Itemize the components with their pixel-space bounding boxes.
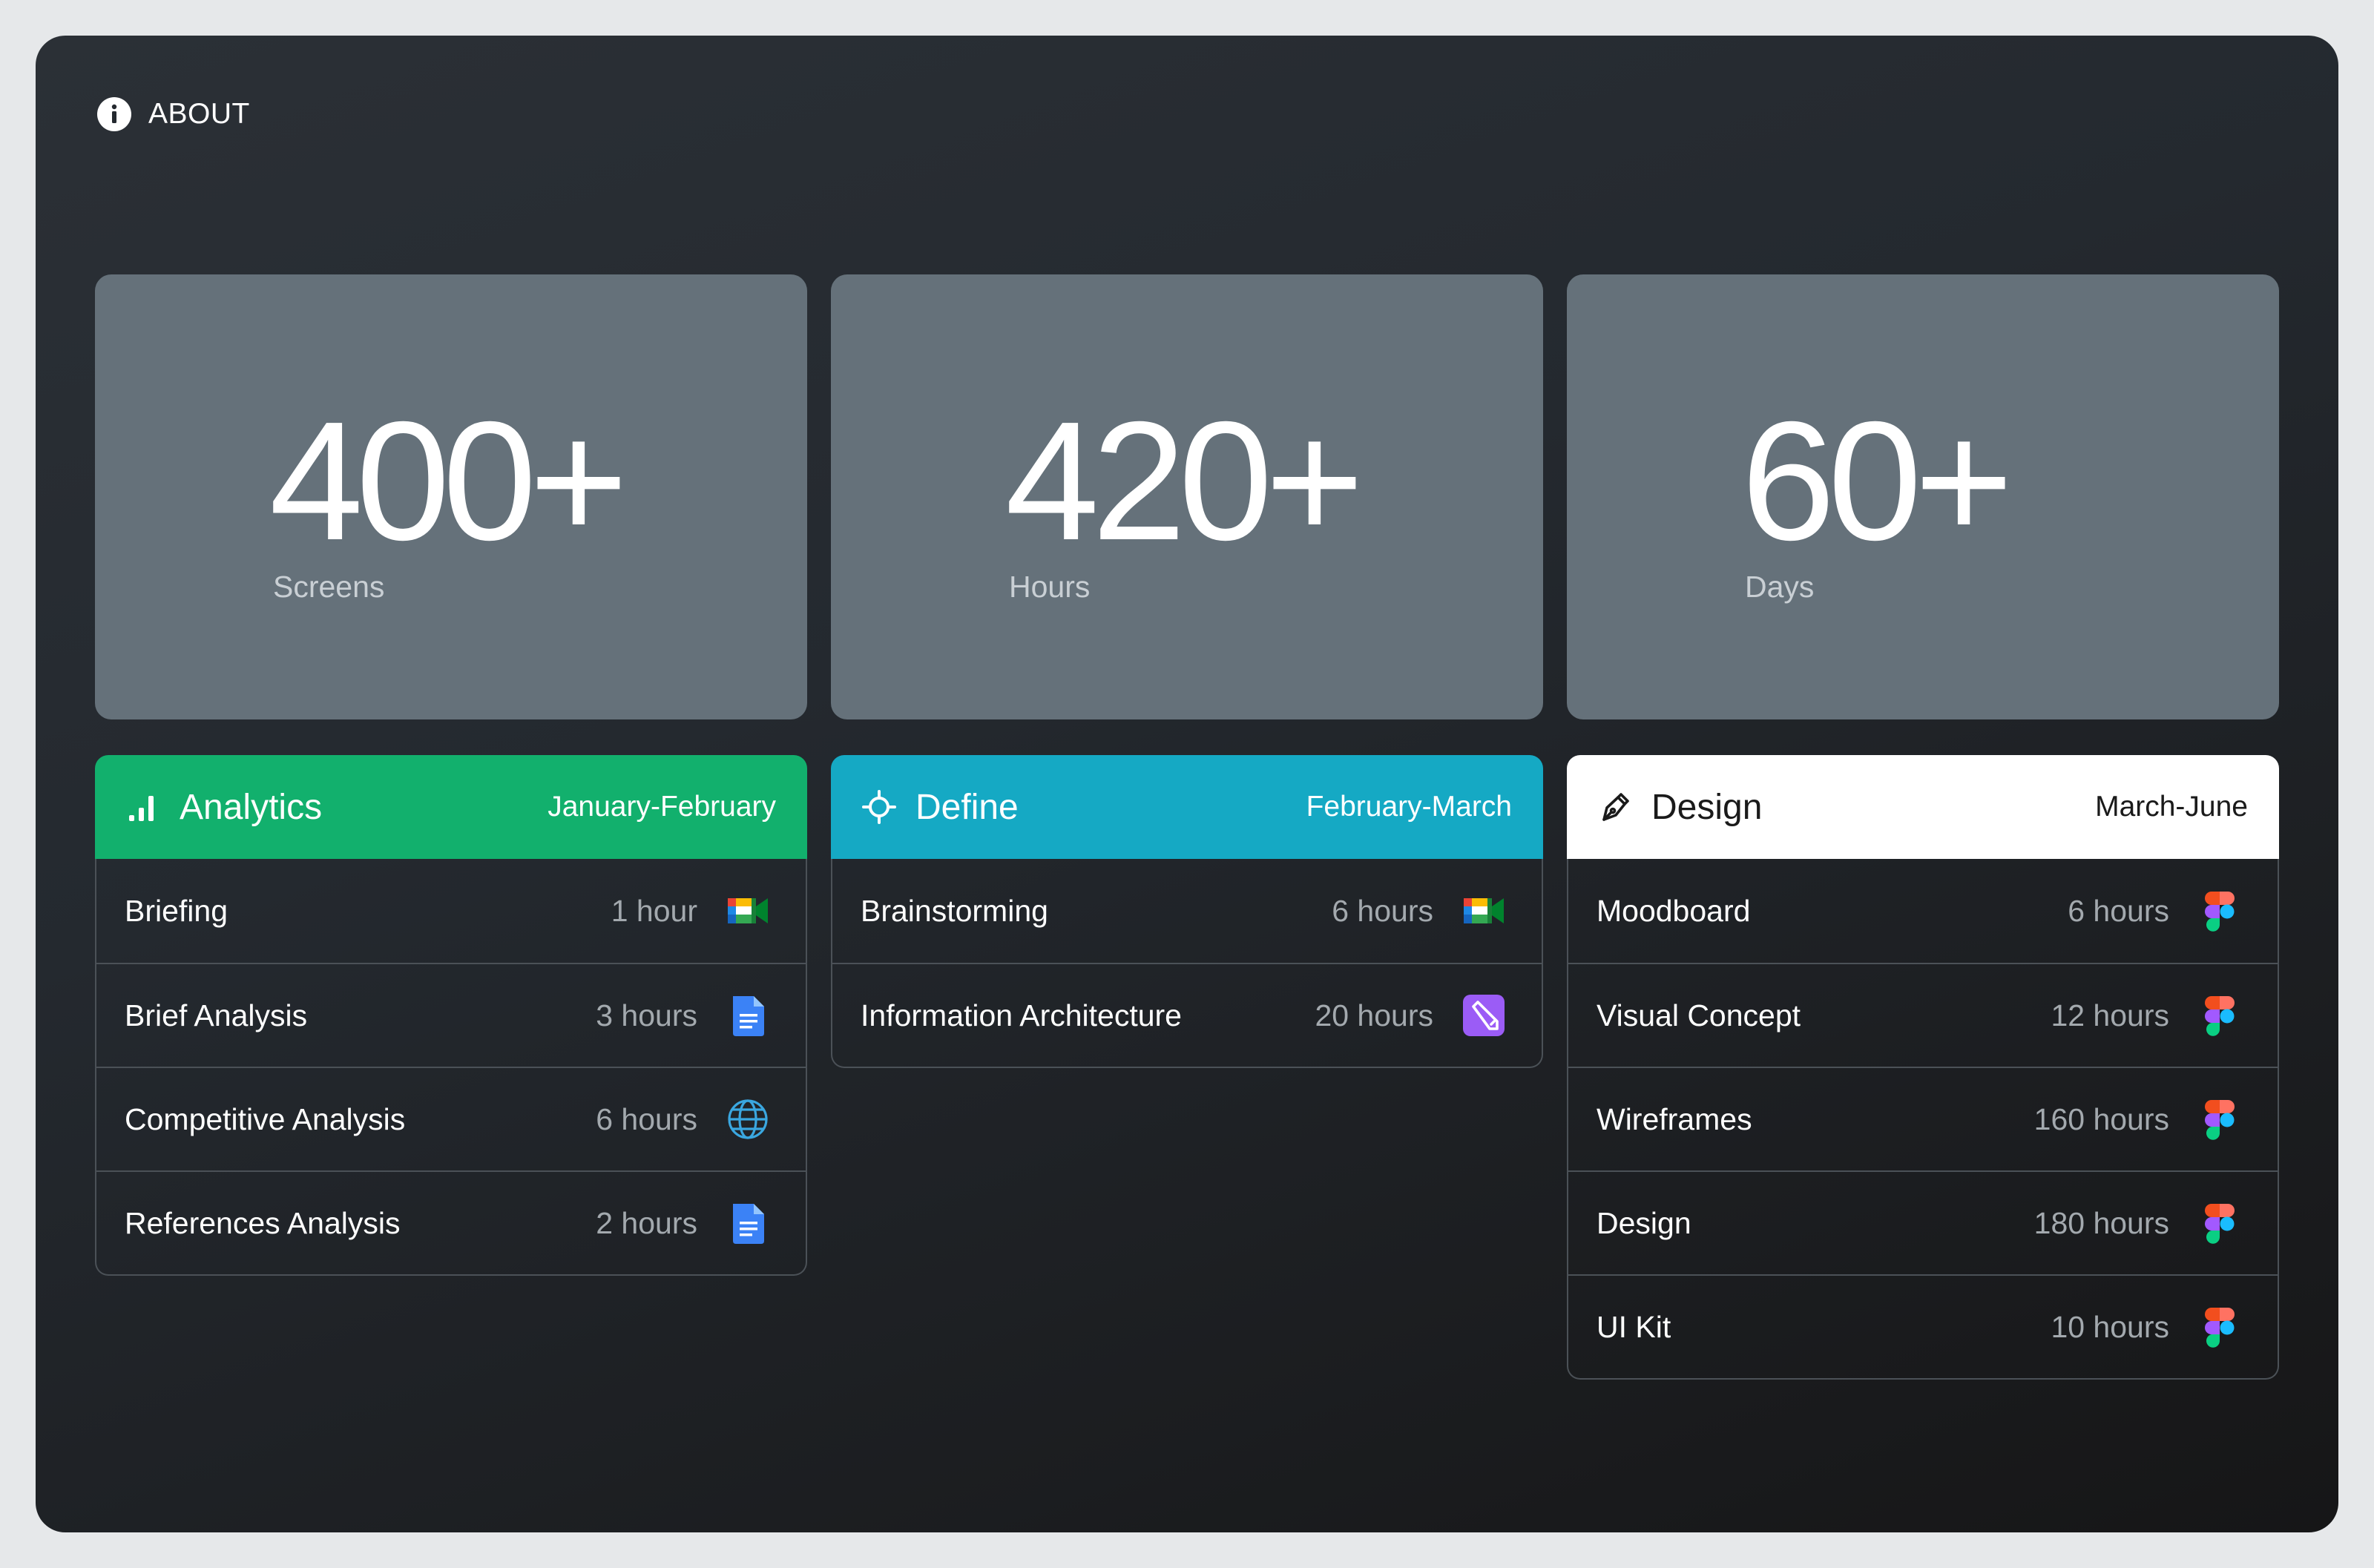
figma-icon bbox=[2197, 1305, 2242, 1349]
bar-chart-icon bbox=[129, 796, 154, 821]
phase-card-design: Design March-June Moodboard 6 hours Visu… bbox=[1567, 755, 2279, 1380]
task-hours: 10 hours bbox=[2051, 1309, 2169, 1344]
task-name: Brief Analysis bbox=[125, 998, 308, 1032]
task-list: Brainstorming 6 hours Information Archit… bbox=[831, 859, 1543, 1068]
task-hours: 20 hours bbox=[1315, 998, 1433, 1032]
task-name: Briefing bbox=[125, 893, 228, 928]
phase-header: Design March-June bbox=[1567, 755, 2279, 859]
about-panel: ABOUT 400+ Screens 420+ Hours 60+ Days A… bbox=[36, 36, 2338, 1532]
stat-card-days: 60+ Days bbox=[1567, 274, 2279, 719]
task-row: Brainstorming 6 hours bbox=[832, 859, 1542, 963]
task-name: Wireframes bbox=[1597, 1101, 1752, 1136]
task-row: Information Architecture 20 hours bbox=[832, 963, 1542, 1067]
figma-icon bbox=[2197, 889, 2242, 933]
info-circle-icon bbox=[97, 97, 131, 131]
task-hours: 12 hours bbox=[2051, 998, 2169, 1032]
task-hours: 180 hours bbox=[2033, 1205, 2169, 1240]
phase-card-define: Define February-March Brainstorming 6 ho… bbox=[831, 755, 1543, 1068]
about-header: ABOUT bbox=[96, 96, 250, 132]
pen-tool-icon bbox=[1602, 793, 1629, 821]
phase-range: January-February bbox=[548, 791, 776, 823]
google-meet-icon bbox=[726, 889, 770, 933]
task-name: Competitive Analysis bbox=[125, 1101, 406, 1136]
stat-card-hours: 420+ Hours bbox=[831, 274, 1543, 719]
task-name: Brainstorming bbox=[861, 893, 1048, 928]
task-name: Design bbox=[1597, 1205, 1691, 1240]
task-name: Moodboard bbox=[1597, 893, 1751, 928]
task-list: Moodboard 6 hours Visual Concept 12 hour… bbox=[1567, 859, 2279, 1380]
crosshair-icon bbox=[862, 790, 896, 824]
about-label: ABOUT bbox=[148, 98, 250, 130]
task-hours: 2 hours bbox=[596, 1205, 697, 1240]
stat-value: 60+ bbox=[1741, 387, 2013, 576]
google-meet-icon bbox=[1461, 889, 1506, 933]
stat-label: Days bbox=[1745, 570, 1815, 604]
task-hours: 160 hours bbox=[2033, 1101, 2169, 1136]
phase-title: Define bbox=[915, 787, 1019, 827]
task-row: Design 180 hours bbox=[1568, 1170, 2278, 1274]
phase-range: March-June bbox=[2095, 791, 2248, 823]
stat-value: 420+ bbox=[1005, 387, 1364, 576]
phase-title: Analytics bbox=[180, 787, 323, 827]
task-hours: 6 hours bbox=[2068, 893, 2169, 928]
task-row: Visual Concept 12 hours bbox=[1568, 963, 2278, 1067]
stat-value: 400+ bbox=[269, 387, 628, 576]
task-row: References Analysis 2 hours bbox=[96, 1170, 806, 1274]
figma-icon bbox=[2197, 993, 2242, 1038]
task-row: Wireframes 160 hours bbox=[1568, 1067, 2278, 1170]
phase-header: Define February-March bbox=[831, 755, 1543, 859]
phase-card-analytics: Analytics January-February Briefing 1 ho… bbox=[95, 755, 807, 1276]
task-row: Brief Analysis 3 hours bbox=[96, 963, 806, 1067]
stat-card-screens: 400+ Screens bbox=[95, 274, 807, 719]
task-row: Competitive Analysis 6 hours bbox=[96, 1067, 806, 1170]
google-docs-icon bbox=[726, 993, 770, 1038]
task-hours: 6 hours bbox=[596, 1101, 697, 1136]
phase-range: February-March bbox=[1306, 791, 1512, 823]
task-name: Visual Concept bbox=[1597, 998, 1801, 1032]
task-row: Briefing 1 hour bbox=[96, 859, 806, 963]
globe-icon bbox=[726, 1097, 770, 1142]
task-name: Information Architecture bbox=[861, 998, 1182, 1032]
phase-header: Analytics January-February bbox=[95, 755, 807, 859]
task-row: Moodboard 6 hours bbox=[1568, 859, 2278, 963]
phase-title: Design bbox=[1651, 787, 1763, 827]
stat-label: Hours bbox=[1009, 570, 1091, 604]
pencil-app-icon bbox=[1461, 993, 1506, 1038]
task-hours: 6 hours bbox=[1332, 893, 1433, 928]
stats-row: 400+ Screens 420+ Hours 60+ Days bbox=[95, 274, 2279, 719]
google-docs-icon bbox=[726, 1201, 770, 1245]
figma-icon bbox=[2197, 1097, 2242, 1142]
task-hours: 3 hours bbox=[596, 998, 697, 1032]
task-name: UI Kit bbox=[1597, 1309, 1671, 1344]
stat-label: Screens bbox=[273, 570, 385, 604]
task-name: References Analysis bbox=[125, 1205, 401, 1240]
figma-icon bbox=[2197, 1201, 2242, 1245]
task-list: Briefing 1 hour Brief Analysis 3 hours C… bbox=[95, 859, 807, 1276]
task-row: UI Kit 10 hours bbox=[1568, 1274, 2278, 1378]
task-hours: 1 hour bbox=[611, 893, 697, 928]
phases-row: Analytics January-February Briefing 1 ho… bbox=[95, 755, 2279, 1380]
